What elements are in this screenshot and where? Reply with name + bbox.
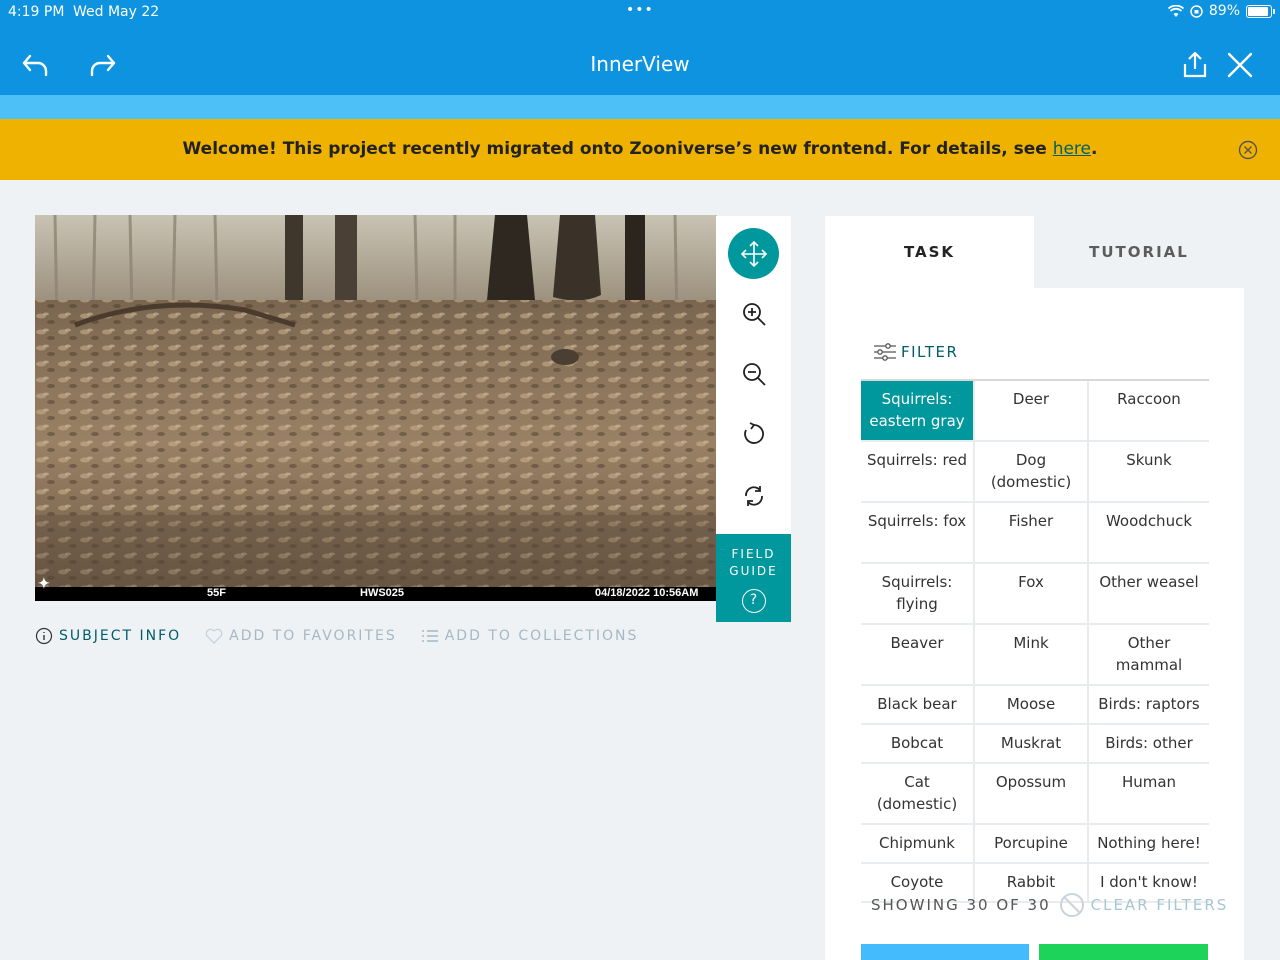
choice-button[interactable]: Human [1089,764,1209,823]
no-entry-icon [1059,893,1084,917]
choice-button[interactable]: Moose [975,686,1089,723]
status-date: Wed May 22 [73,4,160,20]
clear-filters-button[interactable]: CLEAR FILTERS [1059,892,1229,918]
choice-button[interactable]: Other mammal [1089,625,1209,684]
choice-button[interactable]: Other weasel [1089,564,1209,623]
tab-tutorial[interactable]: TUTORIAL [1034,216,1244,288]
field-guide-label-2: GUIDE [729,564,778,578]
app-bar: InnerView [0,28,1280,95]
subject-meta-bar: SUBJECT INFO ADD TO FAVORITES ADD TO COL… [35,626,662,646]
multitasking-dots-icon[interactable]: ••• [626,2,654,18]
choice-row: Squirrels: red Dog (domestic) Skunk [861,442,1209,503]
choice-button[interactable]: Fisher [975,503,1089,562]
choice-button[interactable]: Beaver [861,625,975,684]
choice-button[interactable]: Raccoon [1089,381,1209,440]
status-bar: 4:19 PM Wed May 22 ••• 89% [0,0,1280,28]
choice-button[interactable]: Birds: raptors [1089,686,1209,723]
banner-text: Welcome! This project recently migrated … [182,139,1053,159]
forest-floor-photo [35,215,717,587]
showing-count-bar: SHOWING 30 OF 30 CLEAR FILTERS [871,892,1228,918]
add-to-collections-button[interactable]: ADD TO COLLECTIONS [421,628,639,644]
app-title: InnerView [590,52,690,76]
camera-logo-icon: ✦ [38,575,50,591]
showing-count: SHOWING 30 OF 30 [871,896,1051,914]
subject-image[interactable]: ✦ 55F HWS025 04/18/2022 10:56AM [35,215,717,601]
battery-percent: 89% [1208,3,1240,19]
camera-id: HWS025 [360,587,405,599]
filter-sliders-icon [874,343,896,361]
choice-row: Bobcat Muskrat Birds: other [861,725,1209,764]
temperature-readout: 55F [207,587,226,599]
banner-close-icon[interactable] [1238,140,1258,160]
add-to-favorites-button[interactable]: ADD TO FAVORITES [205,628,397,644]
done-and-talk-button[interactable] [1039,944,1208,960]
choice-row: Black bear Moose Birds: raptors [861,686,1209,725]
field-guide-button[interactable]: FIELD GUIDE ? [716,534,791,622]
choice-button[interactable]: Skunk [1089,442,1209,501]
banner-message: Welcome! This project recently migrated … [0,139,1280,159]
camera-info-bar: ✦ 55F HWS025 04/18/2022 10:56AM [35,575,717,601]
choice-button[interactable]: Bobcat [861,725,975,762]
move-icon[interactable] [728,228,779,279]
wifi-icon [1167,4,1184,17]
choice-button[interactable]: Squirrels: red [861,442,975,501]
subject-info-label: SUBJECT INFO [59,628,182,644]
choice-button[interactable]: Squirrels: eastern gray [861,381,975,440]
choice-button[interactable]: Opossum [975,764,1089,823]
close-icon[interactable] [1225,50,1255,80]
classifier-panel: TASK TUTORIAL FILTER Squirrels: eastern … [825,216,1244,960]
panel-tabs: TASK TUTORIAL [825,216,1244,288]
rotate-icon[interactable] [728,408,779,459]
add-to-collections-label: ADD TO COLLECTIONS [444,628,639,644]
capture-timestamp: 04/18/2022 10:56AM [595,587,699,599]
banner-link[interactable]: here [1053,139,1091,159]
info-icon [35,627,53,645]
reset-icon[interactable] [728,470,779,521]
choice-button[interactable]: Porcupine [975,825,1089,862]
choice-button[interactable]: Squirrels: flying [861,564,975,623]
done-button[interactable] [861,944,1029,960]
subject-info-button[interactable]: SUBJECT INFO [35,627,181,645]
scrolled-header-strip [0,95,1280,119]
choice-button[interactable]: Deer [975,381,1089,440]
share-icon[interactable] [1180,50,1210,80]
field-guide-label-1: FIELD [731,547,776,561]
filter-label: FILTER [901,343,959,361]
choice-button[interactable]: Woodchuck [1089,503,1209,562]
heart-icon [205,628,223,644]
filter-button[interactable]: FILTER [873,342,958,362]
zoom-out-icon[interactable] [728,348,779,399]
status-indicators: 89% [1167,3,1275,19]
choice-button[interactable]: Cat (domestic) [861,764,975,823]
migration-banner: Welcome! This project recently migrated … [0,119,1280,180]
choice-button[interactable]: Chipmunk [861,825,975,862]
add-to-favorites-label: ADD TO FAVORITES [229,628,397,644]
choice-row: Beaver Mink Other mammal [861,625,1209,686]
zoom-in-icon[interactable] [728,288,779,339]
choice-row: Squirrels: eastern gray Deer Raccoon [861,381,1209,442]
choice-button[interactable]: Dog (domestic) [975,442,1089,501]
choice-button[interactable]: Black bear [861,686,975,723]
image-toolbar [716,216,791,534]
choice-button[interactable]: Squirrels: fox [861,503,975,562]
choice-row: Cat (domestic) Opossum Human [861,764,1209,825]
help-circle-icon: ? [741,589,766,613]
orientation-lock-icon [1190,4,1203,18]
choice-button[interactable]: Mink [975,625,1089,684]
clear-filters-label: CLEAR FILTERS [1090,896,1229,914]
choice-row: Squirrels: fox Fisher Woodchuck [861,503,1209,564]
choice-button[interactable]: Birds: other [1089,725,1209,762]
battery-icon [1246,4,1275,18]
status-time: 4:19 PM [8,4,65,20]
banner-suffix: . [1091,139,1098,159]
choice-row: Squirrels: flying Fox Other weasel [861,564,1209,625]
choice-button[interactable]: Muskrat [975,725,1089,762]
tab-task[interactable]: TASK [825,216,1034,288]
choice-button[interactable]: Fox [975,564,1089,623]
choice-row: Chipmunk Porcupine Nothing here! [861,825,1209,864]
choice-grid: Squirrels: eastern gray Deer Raccoon Squirr… [861,379,1209,903]
choice-button[interactable]: Nothing here! [1089,825,1209,862]
list-icon [421,630,438,642]
